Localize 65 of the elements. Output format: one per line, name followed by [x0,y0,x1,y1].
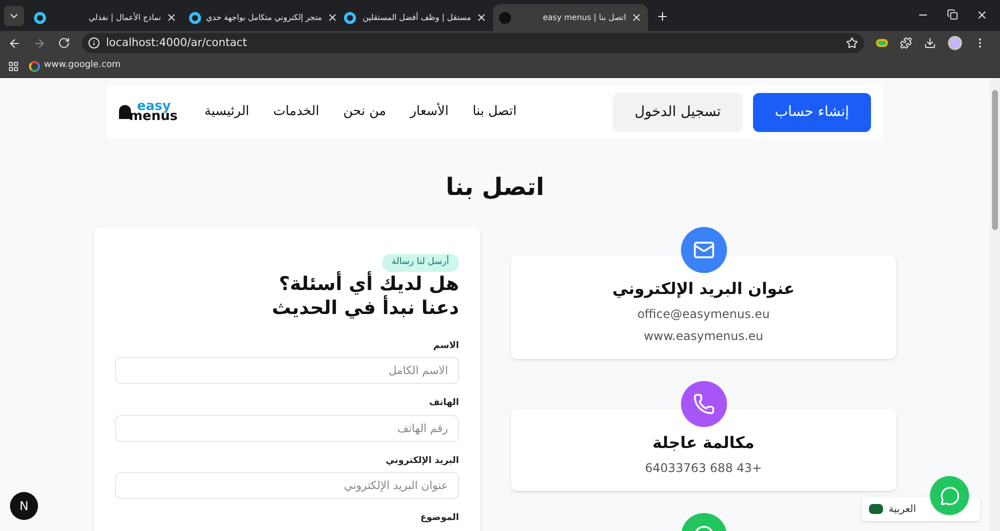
close-icon[interactable] [326,12,338,23]
input-field[interactable]: رقم الهاتف [115,414,459,442]
browser-tab[interactable]: نماذج الأعمال | نفذلي [28,4,183,31]
tab-title: اتصل بنا | easy menus [542,12,626,24]
download-icon[interactable] [924,37,936,49]
close-icon[interactable] [166,12,177,23]
close-icon[interactable] [476,12,487,23]
field-label: الاسم [432,340,459,352]
contact-detail: office@easymenus.eu [637,306,770,323]
contact-detail: www.easymenus.eu [644,328,764,345]
apps-icon[interactable] [8,60,19,72]
flag-icon [868,504,883,514]
extension-icon[interactable] [876,39,888,47]
ring-icon [34,12,46,24]
close-icon[interactable] [976,9,988,21]
nav-link[interactable]: من نحن [343,102,386,122]
restore-icon[interactable] [947,9,958,20]
card-title: عنوان البريد الإلكتروني [612,278,795,300]
page-title: اتصل بنا [444,172,546,203]
app-logo-icon [499,12,511,24]
new-tab-icon[interactable] [656,10,669,23]
google-icon [29,60,40,72]
logo-text: menus [129,112,178,122]
scrollbar-thumb[interactable] [992,90,998,230]
nav-link[interactable]: اتصل بنا [472,102,517,122]
browser-tab[interactable]: متجر إلكتروني متكامل بواجهة حدي [183,4,338,31]
reload-icon[interactable] [58,37,70,49]
nav-link[interactable]: الرئيسية [204,102,250,122]
field-label: الموضوع [419,512,459,525]
info-icon [88,37,100,49]
tab-title: متجر إلكتروني متكامل بواجهة حدي [206,12,322,24]
forward-icon[interactable] [33,36,46,50]
url-text: localhost:4000/ar/contact [106,34,248,51]
ring-icon [189,12,201,24]
star-icon[interactable] [846,37,858,49]
logo[interactable]: easy menus [119,102,178,122]
puzzle-icon[interactable] [900,37,912,49]
address-bar[interactable]: localhost:4000/ar/contact [82,33,864,53]
close-icon[interactable] [631,12,642,23]
avatar-icon[interactable] [948,36,962,50]
input-field[interactable]: عنوان البريد الإلكتروني [115,472,459,499]
form-heading: هل لديك أي أسئلة؟ [278,272,459,295]
tab-title: مستقل | وظف أفضل المستقلين [362,12,471,24]
card-title: مكالمة عاجلة [652,432,754,454]
nav-link[interactable]: الأسعار [410,102,449,122]
back-icon[interactable] [8,36,21,50]
field-label: الهاتف [428,397,459,410]
login-button[interactable]: تسجيل الدخول [612,92,743,132]
tab-title: نماذج الأعمال | نفذلي [88,12,161,24]
tab-search-button[interactable] [4,6,24,26]
browser-tab[interactable]: اتصل بنا | easy menus [493,4,648,31]
contact-detail: 64033763 688 43+ [645,460,762,477]
chat-bubble-icon [940,486,960,506]
form-heading: دعنا نبدأ في الحديث [270,296,459,320]
nav-link[interactable]: الخدمات [273,102,320,122]
browser-tab[interactable]: مستقل | وظف أفضل المستقلين [338,4,493,31]
ring-icon [344,12,356,24]
language-label: العربية [888,502,916,516]
logo-text: easy [137,102,171,112]
bookmark-link[interactable]: www.google.com [29,59,121,73]
sign-up-button[interactable]: إنشاء حساب [752,92,871,132]
scrollbar[interactable] [990,78,1000,531]
field-label: البريد الإلكتروني [384,454,459,468]
input-field[interactable]: الاسم الكامل [115,357,459,384]
message-badge: أرسل لنا رسالة [382,254,459,272]
